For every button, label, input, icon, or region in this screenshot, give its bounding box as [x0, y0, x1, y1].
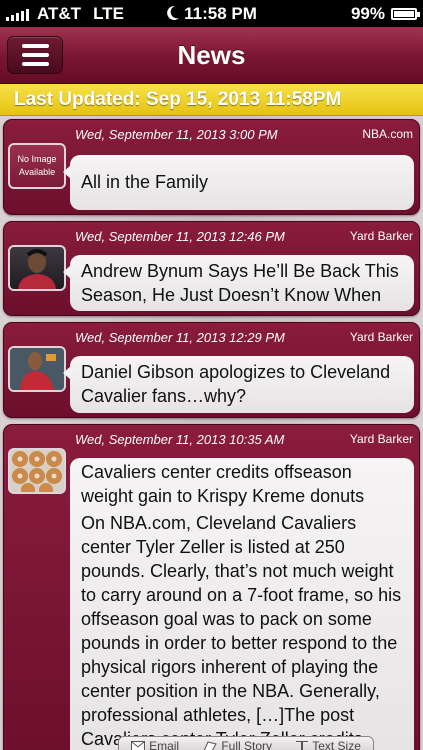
- news-body: On NBA.com, Cleveland Cavaliers center T…: [81, 513, 402, 749]
- news-bubble[interactable]: Cavaliers center credits offseason weigh…: [70, 458, 414, 750]
- news-bubble[interactable]: Andrew Bynum Says He’ll Be Back This Sea…: [63, 255, 414, 311]
- player-photo-icon: [10, 348, 64, 390]
- news-source: Yard Barker: [349, 229, 413, 243]
- status-bar: AT&T LTE 11:58 PM 99%: [0, 0, 423, 27]
- news-thumbnail: [8, 346, 66, 392]
- donuts-photo-icon: [12, 451, 62, 492]
- no-image-label: No Image Available: [17, 154, 57, 177]
- moon-icon: [167, 5, 180, 20]
- text-size-label: Text Size: [312, 739, 361, 750]
- email-label: Email: [149, 739, 180, 750]
- envelope-icon: [131, 741, 146, 750]
- email-button[interactable]: Email: [131, 739, 179, 750]
- full-story-button[interactable]: Full Story: [203, 739, 272, 750]
- text-size-button[interactable]: Text Size: [296, 739, 361, 750]
- news-source: NBA.com: [362, 127, 413, 141]
- news-title: Daniel Gibson apologizes to Cleveland Ca…: [81, 362, 391, 406]
- full-story-label: Full Story: [221, 739, 272, 750]
- article-toolbar: Email Full Story Text Size: [118, 736, 374, 750]
- news-card[interactable]: Wed, September 11, 2013 10:35 AM Yard Ba…: [3, 424, 420, 750]
- news-bubble[interactable]: All in the Family: [63, 155, 414, 210]
- battery-icon: [391, 8, 420, 20]
- news-source: Yard Barker: [349, 330, 413, 344]
- news-card[interactable]: Wed, September 11, 2013 12:46 PM Yard Ba…: [3, 221, 420, 316]
- news-thumbnail: No Image Available: [8, 143, 66, 189]
- news-thumbnail: [8, 448, 66, 494]
- last-updated-text: Last Updated: Sep 15, 2013 11:58PM: [14, 89, 342, 110]
- news-bubble[interactable]: Daniel Gibson apologizes to Cleveland Ca…: [63, 356, 414, 413]
- status-right: 99%: [350, 4, 420, 24]
- news-card[interactable]: Wed, September 11, 2013 12:29 PM Yard Ba…: [3, 322, 420, 418]
- nav-bar: News: [0, 27, 423, 84]
- news-source: Yard Barker: [349, 432, 413, 446]
- news-title: Cavaliers center credits offseason weigh…: [81, 462, 365, 506]
- player-photo-icon: [18, 249, 56, 289]
- news-date: Wed, September 11, 2013 3:00 PM: [75, 127, 278, 142]
- news-title: Andrew Bynum Says He’ll Be Back This Sea…: [81, 261, 399, 305]
- page-title: News: [177, 40, 246, 70]
- news-card[interactable]: Wed, September 11, 2013 3:00 PM NBA.com …: [3, 119, 420, 215]
- news-title: All in the Family: [81, 172, 209, 192]
- news-list[interactable]: Wed, September 11, 2013 3:00 PM NBA.com …: [0, 116, 423, 750]
- news-thumbnail: [8, 245, 66, 291]
- news-date: Wed, September 11, 2013 12:46 PM: [75, 229, 285, 244]
- news-date: Wed, September 11, 2013 12:29 PM: [75, 330, 285, 345]
- news-date: Wed, September 11, 2013 10:35 AM: [75, 432, 285, 447]
- battery-percent: 99%: [350, 4, 385, 23]
- text-size-icon: [296, 740, 309, 750]
- document-icon: [203, 740, 218, 750]
- last-updated-bar: Last Updated: Sep 15, 2013 11:58PM: [0, 84, 423, 116]
- status-time: 11:58 PM: [184, 4, 257, 23]
